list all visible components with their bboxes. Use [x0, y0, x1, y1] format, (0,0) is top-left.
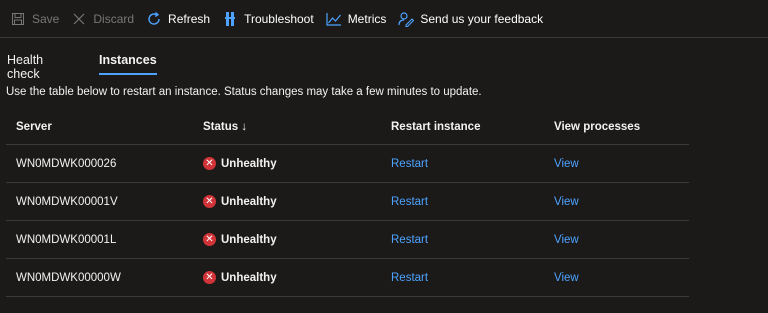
view-processes-link[interactable]: View	[554, 196, 579, 208]
error-icon: ✕	[203, 195, 216, 208]
table-row: WN0MDWK00000W ✕ Unhealthy Restart View	[6, 259, 689, 297]
table-row: WN0MDWK00001V ✕ Unhealthy Restart View	[6, 183, 689, 221]
discard-icon	[71, 11, 87, 27]
tab-health-check[interactable]: Health check	[7, 47, 43, 81]
restart-link[interactable]: Restart	[391, 272, 428, 284]
metrics-label: Metrics	[347, 11, 387, 26]
column-header-restart[interactable]: Restart instance	[391, 121, 480, 133]
error-icon: ✕	[203, 271, 216, 284]
status-text: Unhealthy	[221, 195, 277, 208]
status-cell: ✕ Unhealthy	[203, 271, 277, 284]
refresh-button[interactable]: Refresh	[146, 11, 210, 27]
restart-link[interactable]: Restart	[391, 196, 428, 208]
feedback-label: Send us your feedback	[420, 11, 544, 26]
view-processes-link[interactable]: View	[554, 272, 579, 284]
metrics-button[interactable]: Metrics	[326, 11, 387, 27]
instructions-text: Use the table below to restart an instan…	[6, 86, 482, 98]
refresh-label: Refresh	[168, 11, 211, 26]
column-header-status[interactable]: Status ↓	[203, 121, 247, 133]
server-name: WN0MDWK000026	[16, 157, 117, 170]
save-button[interactable]: Save	[10, 11, 59, 27]
table-row: WN0MDWK00001L ✕ Unhealthy Restart View	[6, 221, 689, 259]
feedback-button[interactable]: Send us your feedback	[398, 11, 543, 27]
tab-instances-label: Instances	[99, 53, 157, 67]
tab-instances[interactable]: Instances	[99, 47, 157, 75]
table-row: WN0MDWK000026 ✕ Unhealthy Restart View	[6, 145, 689, 183]
tab-health-check-label: Health check	[7, 53, 44, 81]
server-name: WN0MDWK00001V	[16, 195, 118, 208]
save-icon	[10, 11, 26, 27]
column-header-server[interactable]: Server	[16, 121, 52, 133]
refresh-icon	[146, 11, 162, 27]
troubleshoot-button[interactable]: Troubleshoot	[222, 11, 314, 27]
status-text: Unhealthy	[221, 233, 277, 246]
save-label: Save	[32, 11, 60, 26]
status-text: Unhealthy	[221, 157, 277, 170]
feedback-icon	[398, 11, 415, 27]
instances-table: Server Status ↓ Restart instance View pr…	[6, 110, 689, 297]
status-cell: ✕ Unhealthy	[203, 233, 277, 246]
server-name: WN0MDWK00001L	[16, 233, 117, 246]
restart-link[interactable]: Restart	[391, 158, 428, 170]
metrics-icon	[326, 11, 342, 27]
status-cell: ✕ Unhealthy	[203, 157, 277, 170]
status-text: Unhealthy	[221, 271, 277, 284]
error-icon: ✕	[203, 233, 216, 246]
troubleshoot-icon	[222, 11, 238, 27]
troubleshoot-label: Troubleshoot	[244, 11, 314, 26]
error-icon: ✕	[203, 157, 216, 170]
restart-link[interactable]: Restart	[391, 234, 428, 246]
status-cell: ✕ Unhealthy	[203, 195, 277, 208]
discard-label: Discard	[93, 11, 135, 26]
table-header: Server Status ↓ Restart instance View pr…	[6, 110, 689, 145]
discard-button[interactable]: Discard	[71, 11, 134, 27]
view-processes-link[interactable]: View	[554, 158, 579, 170]
column-header-processes[interactable]: View processes	[554, 121, 640, 133]
server-name: WN0MDWK00000W	[16, 271, 121, 284]
command-bar: Save Discard Refresh Troubleshoot Metric…	[0, 0, 768, 38]
view-processes-link[interactable]: View	[554, 234, 579, 246]
